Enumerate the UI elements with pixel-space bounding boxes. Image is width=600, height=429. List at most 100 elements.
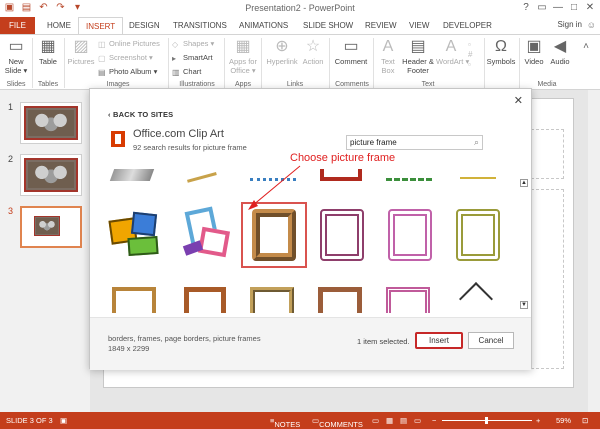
notes-button[interactable]: ≡ NOTES [270,416,300,429]
normal-view-icon[interactable]: ▭ [372,416,379,425]
separator [519,38,520,88]
ribbon-display-button[interactable]: ▭ [534,0,550,16]
zoom-level[interactable]: 59% [556,416,571,425]
video-button[interactable]: ▣ Video [521,38,547,66]
minimize-button[interactable]: — [550,0,566,16]
group-label-tables: Tables [37,81,59,88]
apps-icon: ▦ [235,38,251,55]
clipart-result[interactable] [174,281,238,313]
search-input[interactable] [347,136,462,149]
wordart-button[interactable]: A WordArt ▾ [436,38,469,66]
slide-thumbnail-3[interactable] [20,206,82,248]
action-icon: ☆ [305,38,321,55]
pictures-button[interactable]: ▨ Pictures [66,38,96,66]
slide-vertical-scrollbar[interactable] [588,90,600,412]
chart-button[interactable]: ▥ Chart [172,67,201,77]
new-slide-button[interactable]: ▭ New Slide ▾ [3,38,29,75]
tab-developer[interactable]: DEVELOPER [436,17,499,34]
ribbon: ▭ New Slide ▾ ▦ Table ▨ Pictures ◫ Online… [0,34,600,90]
photo-album-icon: ▤ [98,68,106,77]
tab-insert[interactable]: INSERT [78,17,124,34]
video-icon: ▣ [526,38,542,55]
text-box-button[interactable]: A Text Box [376,38,400,75]
close-icon[interactable]: ✕ [514,94,523,107]
ribbon-tabs: FILE HOME INSERT DESIGN TRANSITIONS ANIM… [0,17,600,34]
online-pictures-button[interactable]: ◫ Online Pictures [98,39,160,49]
pictures-icon: ▨ [73,38,89,55]
clipart-result[interactable] [310,281,374,313]
tab-view[interactable]: VIEW [402,17,436,34]
tab-file[interactable]: FILE [0,17,35,34]
slide-thumbnails-pane: 1 2 3 [0,90,90,412]
comment-button[interactable]: ▭ Comment [332,38,370,66]
tab-animations[interactable]: ANIMATIONS [232,17,295,34]
zoom-slider-thumb[interactable] [485,417,488,424]
results-scrollbar[interactable]: ▲ ▼ [519,169,529,313]
clipart-result[interactable] [174,169,238,191]
date-icon[interactable]: ▫ [468,40,477,49]
shapes-button[interactable]: ◇ Shapes ▾ [172,39,214,49]
clipart-result[interactable] [378,281,442,313]
cancel-button[interactable]: Cancel [468,332,514,349]
audio-button[interactable]: ◀ Audio [547,38,573,66]
slide-number-icon[interactable]: # [468,50,477,59]
search-box[interactable]: ⌕ [346,135,483,150]
header-footer-button[interactable]: ▤ Header & Footer [401,38,435,75]
clipart-result[interactable] [446,203,510,267]
close-window-button[interactable]: ✕ [582,0,598,16]
clipart-result[interactable] [106,169,170,191]
clipart-result[interactable] [106,281,170,313]
clipart-result[interactable] [310,203,374,267]
back-to-sites-link[interactable]: ‹ BACK TO SITES [108,110,173,119]
smartart-button[interactable]: ▸ SmartArt [172,53,213,63]
clipart-result[interactable] [242,281,306,313]
symbols-button[interactable]: Ω Symbols [486,38,516,66]
slideshow-icon[interactable]: ▭ [414,416,421,425]
maximize-button[interactable]: □ [566,0,582,16]
tab-home[interactable]: HOME [40,17,78,34]
group-label-links: Links [286,81,304,88]
tab-transitions[interactable]: TRANSITIONS [166,17,234,34]
action-button[interactable]: ☆ Action [300,38,326,66]
result-summary: 92 search results for picture frame [133,143,247,152]
slide-thumbnail-2[interactable] [20,154,82,196]
tab-slide-show[interactable]: SLIDE SHOW [296,17,360,34]
table-button[interactable]: ▦ Table [35,38,61,66]
scroll-up-icon[interactable]: ▲ [520,179,528,187]
object-icon[interactable]: ▫ [468,60,477,69]
search-icon[interactable]: ⌕ [474,137,479,148]
thumbnail-number: 3 [8,206,14,216]
clipart-result[interactable] [310,169,374,191]
apps-for-office-button[interactable]: ▦ Apps for Office ▾ [228,38,258,75]
clipart-result[interactable] [446,169,510,191]
slide-thumbnail-1[interactable] [20,102,82,144]
chart-icon: ▥ [172,68,180,77]
zoom-out-icon[interactable]: − [432,416,436,425]
insert-button[interactable]: Insert [415,332,463,349]
slide-sorter-icon[interactable]: ▦ [386,416,393,425]
help-button[interactable]: ? [518,0,534,16]
clipart-result[interactable] [378,203,442,267]
feedback-icon[interactable]: ☺ [587,20,596,30]
clipart-result[interactable] [446,281,510,313]
zoom-in-icon[interactable]: + [536,416,540,425]
hyperlink-button[interactable]: ⊕ Hyperlink [264,38,300,66]
screenshot-button[interactable]: ▢ Screenshot ▾ [98,53,153,63]
collapse-ribbon-icon[interactable]: ˄ [576,38,596,57]
clipart-result[interactable] [174,203,238,267]
photo-album-button[interactable]: ▤ Photo Album ▾ [98,67,157,77]
scroll-down-icon[interactable]: ▼ [520,301,528,309]
clipart-result[interactable] [242,169,306,191]
tab-review[interactable]: REVIEW [358,17,404,34]
reading-view-icon[interactable]: ▤ [400,416,407,425]
comments-button[interactable]: ▭ COMMENTS [312,416,363,429]
sign-in-link[interactable]: Sign in [558,20,582,29]
clipart-result[interactable] [378,169,442,191]
audio-icon: ◀ [553,38,567,55]
tab-design[interactable]: DESIGN [122,17,167,34]
clipart-result[interactable] [106,203,170,267]
clipart-result-selected[interactable] [241,202,307,268]
fit-to-window-icon[interactable]: ⊡ [582,416,588,425]
clipart-results-grid [106,169,519,313]
spellcheck-icon[interactable]: ▣ [60,416,67,425]
